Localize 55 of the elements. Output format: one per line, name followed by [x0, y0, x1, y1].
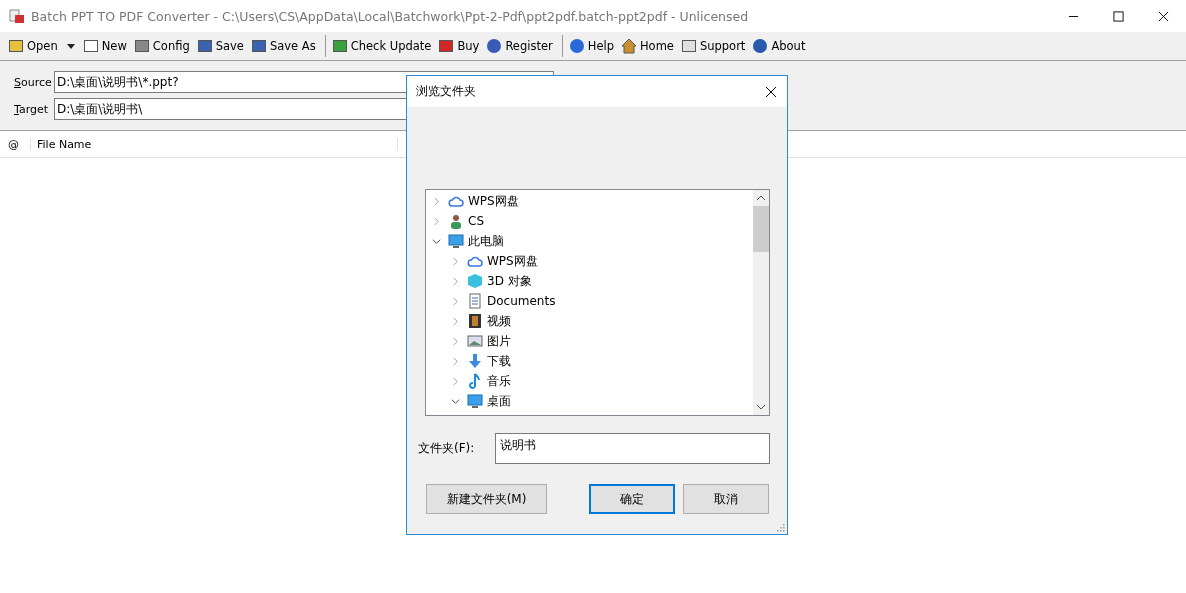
- folder-label: 文件夹(F):: [418, 440, 476, 457]
- scroll-up-icon[interactable]: [756, 195, 766, 201]
- maximize-icon[interactable]: [1113, 10, 1124, 22]
- toolbar-button[interactable]: New: [80, 38, 132, 54]
- app-icon: [9, 8, 25, 24]
- music-note-icon: [467, 373, 483, 389]
- folder-tree-item[interactable]: 桌面: [487, 392, 511, 410]
- folder-tree-item[interactable]: 音乐: [487, 372, 511, 390]
- document-icon: [467, 293, 483, 309]
- scrollbar[interactable]: [753, 190, 769, 415]
- folder-tree-item[interactable]: 图片: [487, 332, 511, 350]
- folder-tree-item[interactable]: Documents: [487, 294, 556, 308]
- cube-icon: [467, 273, 483, 289]
- toolbar-button[interactable]: Register: [484, 38, 558, 54]
- path-label: Target: [14, 102, 50, 116]
- folder-tree-item[interactable]: 下载: [487, 352, 511, 370]
- dialog-button[interactable]: 确定: [589, 484, 675, 514]
- close-icon[interactable]: [1158, 10, 1169, 22]
- monitor-icon: [467, 393, 483, 409]
- folder-tree-item[interactable]: CS: [468, 214, 484, 228]
- folder-tree-item[interactable]: WPS网盘: [487, 252, 538, 270]
- window-title: Batch PPT TO PDF Converter - C:\Users\CS\AppData\Local\Batchwork\Ppt-2-Pdf\ppt2pdf.batch-ppt2pdf - Unlicensed: [31, 8, 749, 24]
- film-icon: [467, 313, 483, 329]
- path-label: Source: [14, 75, 52, 89]
- folder-tree-item[interactable]: 视频: [487, 312, 511, 330]
- toolbar-button[interactable]: Save: [194, 38, 249, 54]
- toolbar-button[interactable]: Save As: [248, 38, 321, 54]
- toolbar-button[interactable]: About: [750, 38, 811, 54]
- resize-grip-icon[interactable]: [777, 524, 785, 532]
- toolbar-button[interactable]: Support: [678, 38, 751, 54]
- dialog-button[interactable]: 取消: [683, 484, 769, 514]
- scroll-down-icon[interactable]: [756, 404, 766, 410]
- expander-icon[interactable]: [451, 396, 460, 406]
- toolbar-button[interactable]: Open: [6, 38, 63, 54]
- user-icon: [448, 213, 464, 229]
- expander-icon[interactable]: [432, 236, 441, 246]
- folder-tree-item[interactable]: WPS网盘: [468, 192, 519, 210]
- scroll-thumb[interactable]: [753, 206, 769, 252]
- folder-tree-item[interactable]: 此电脑: [468, 232, 504, 250]
- down-arrow-icon: [467, 353, 483, 369]
- dialog-button[interactable]: 新建文件夹(M): [426, 484, 547, 514]
- folder-tree-item[interactable]: 3D 对象: [487, 272, 532, 290]
- column-header[interactable]: @: [0, 137, 31, 151]
- monitor-icon: [448, 233, 464, 249]
- folder-field[interactable]: 说明书: [495, 433, 770, 464]
- picture-icon: [467, 333, 483, 349]
- toolbar-button[interactable]: Home: [618, 38, 679, 54]
- close-icon[interactable]: [765, 85, 777, 98]
- toolbar-button[interactable]: Buy: [436, 38, 485, 54]
- toolbar-button[interactable]: Help: [566, 38, 619, 54]
- dropdown-caret-icon[interactable]: [66, 43, 75, 49]
- home-icon: [620, 38, 637, 54]
- toolbar-button[interactable]: Check Update: [329, 38, 437, 54]
- column-header[interactable]: File Name: [31, 137, 398, 151]
- toolbar-button[interactable]: Config: [131, 38, 195, 54]
